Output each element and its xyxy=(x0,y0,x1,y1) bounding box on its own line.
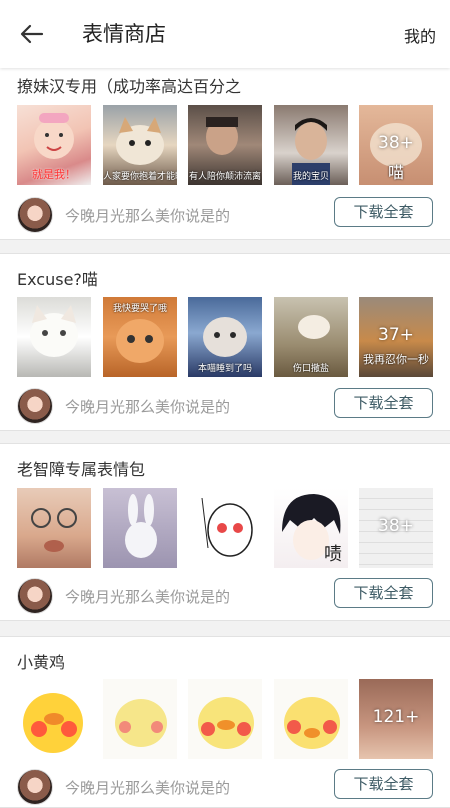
yellow-chick-icon xyxy=(115,699,167,747)
sticker-thumb[interactable]: 有人陪你颠沛流离 xyxy=(188,105,262,185)
avatar[interactable] xyxy=(17,578,53,614)
pack-title[interactable]: 老智障专属表情包 xyxy=(17,456,437,480)
avatar[interactable] xyxy=(17,197,53,233)
page-title: 表情商店 xyxy=(82,22,166,46)
author-name: 今晚月光那么美你说是的 xyxy=(65,779,231,797)
sticker-thumb[interactable]: 伤口撒盐 xyxy=(274,297,348,377)
sticker-thumb[interactable] xyxy=(103,679,177,759)
avatar[interactable] xyxy=(17,388,53,424)
more-count-badge: 38+ xyxy=(378,133,414,153)
download-all-button[interactable]: 下载全套 xyxy=(334,769,433,799)
more-count-badge: 121+ xyxy=(372,707,420,727)
sticker-pack-card: Excuse?喵 我快要哭了哦 本喵睡到了吗 伤口撒盐 37+ 我再忍你一秒 今… xyxy=(0,253,450,431)
top-bar: 表情商店 我的 xyxy=(0,0,450,68)
sticker-thumb[interactable] xyxy=(17,297,91,377)
sticker-thumb[interactable] xyxy=(103,488,177,568)
more-count-badge: 38+ xyxy=(378,516,414,536)
sticker-thumb[interactable] xyxy=(188,488,262,568)
download-all-button[interactable]: 下载全套 xyxy=(334,197,433,227)
sticker-thumb[interactable]: 121+ xyxy=(359,679,433,759)
back-arrow-icon[interactable] xyxy=(18,20,46,48)
bunny-figure-icon xyxy=(125,494,157,558)
pack-thumbnails: 121+ xyxy=(17,679,437,759)
author-row: 今晚月光那么美你说是的 下载全套 xyxy=(17,197,437,233)
pack-thumbnails: 啧 38+ xyxy=(17,488,437,568)
sticker-thumb[interactable]: 就是我！ xyxy=(17,105,91,185)
download-all-button[interactable]: 下载全套 xyxy=(334,388,433,418)
pack-thumbnails: 我快要哭了哦 本喵睡到了吗 伤口撒盐 37+ 我再忍你一秒 xyxy=(17,297,437,377)
sticker-thumb[interactable]: 38+ xyxy=(359,488,433,568)
sticker-thumb[interactable]: 我快要哭了哦 xyxy=(103,297,177,377)
download-all-button[interactable]: 下载全套 xyxy=(334,578,433,608)
pack-title[interactable]: 小黄鸡 xyxy=(17,649,437,673)
sticker-thumb[interactable] xyxy=(17,488,91,568)
sticker-thumb[interactable] xyxy=(17,679,91,759)
face-closeup-icon xyxy=(31,508,77,552)
sticker-thumb[interactable]: 本喵睡到了吗 xyxy=(188,297,262,377)
yellow-chick-icon xyxy=(198,697,254,749)
author-name: 今晚月光那么美你说是的 xyxy=(65,588,231,606)
author-row: 今晚月光那么美你说是的 下载全套 xyxy=(17,388,437,424)
sticker-thumb[interactable]: 啧 xyxy=(274,488,348,568)
author-name: 今晚月光那么美你说是的 xyxy=(65,207,231,225)
yellow-chick-icon xyxy=(23,693,83,753)
sticker-thumb[interactable]: 人家要你抱着才能睡 xyxy=(103,105,177,185)
pack-title[interactable]: Excuse?喵 xyxy=(17,266,437,290)
pack-title[interactable]: 撩妹汉专用（成功率高达百分之 xyxy=(17,73,437,97)
sticker-pack-card: 撩妹汉专用（成功率高达百分之 就是我！ 人家要你抱着才能睡 有人陪你颠沛流离 我… xyxy=(0,62,450,240)
more-count-badge: 37+ xyxy=(378,325,414,345)
sticker-thumb[interactable] xyxy=(188,679,262,759)
sticker-pack-card: 老智障专属表情包 啧 38+ 今晚月光那么美你说是的 下载全套 xyxy=(0,443,450,621)
cat-face-icon xyxy=(30,305,78,357)
sticker-pack-card: 小黄鸡 121+ 今晚月光那么美你说是的 下载全套 xyxy=(0,636,450,808)
sticker-thumb[interactable]: 37+ 我再忍你一秒 xyxy=(359,297,433,377)
sticker-thumb[interactable]: 38+ 喵 xyxy=(359,105,433,185)
author-name: 今晚月光那么美你说是的 xyxy=(65,398,231,416)
my-stickers-link[interactable]: 我的 xyxy=(404,23,436,47)
author-row: 今晚月光那么美你说是的 下载全套 xyxy=(17,578,437,614)
sticker-thumb[interactable] xyxy=(274,679,348,759)
pack-thumbnails: 就是我！ 人家要你抱着才能睡 有人陪你颠沛流离 我的宝贝 38+ 喵 xyxy=(17,105,437,185)
yellow-chick-icon xyxy=(284,697,340,749)
sticker-thumb[interactable]: 我的宝贝 xyxy=(274,105,348,185)
manga-face-icon xyxy=(201,497,253,557)
